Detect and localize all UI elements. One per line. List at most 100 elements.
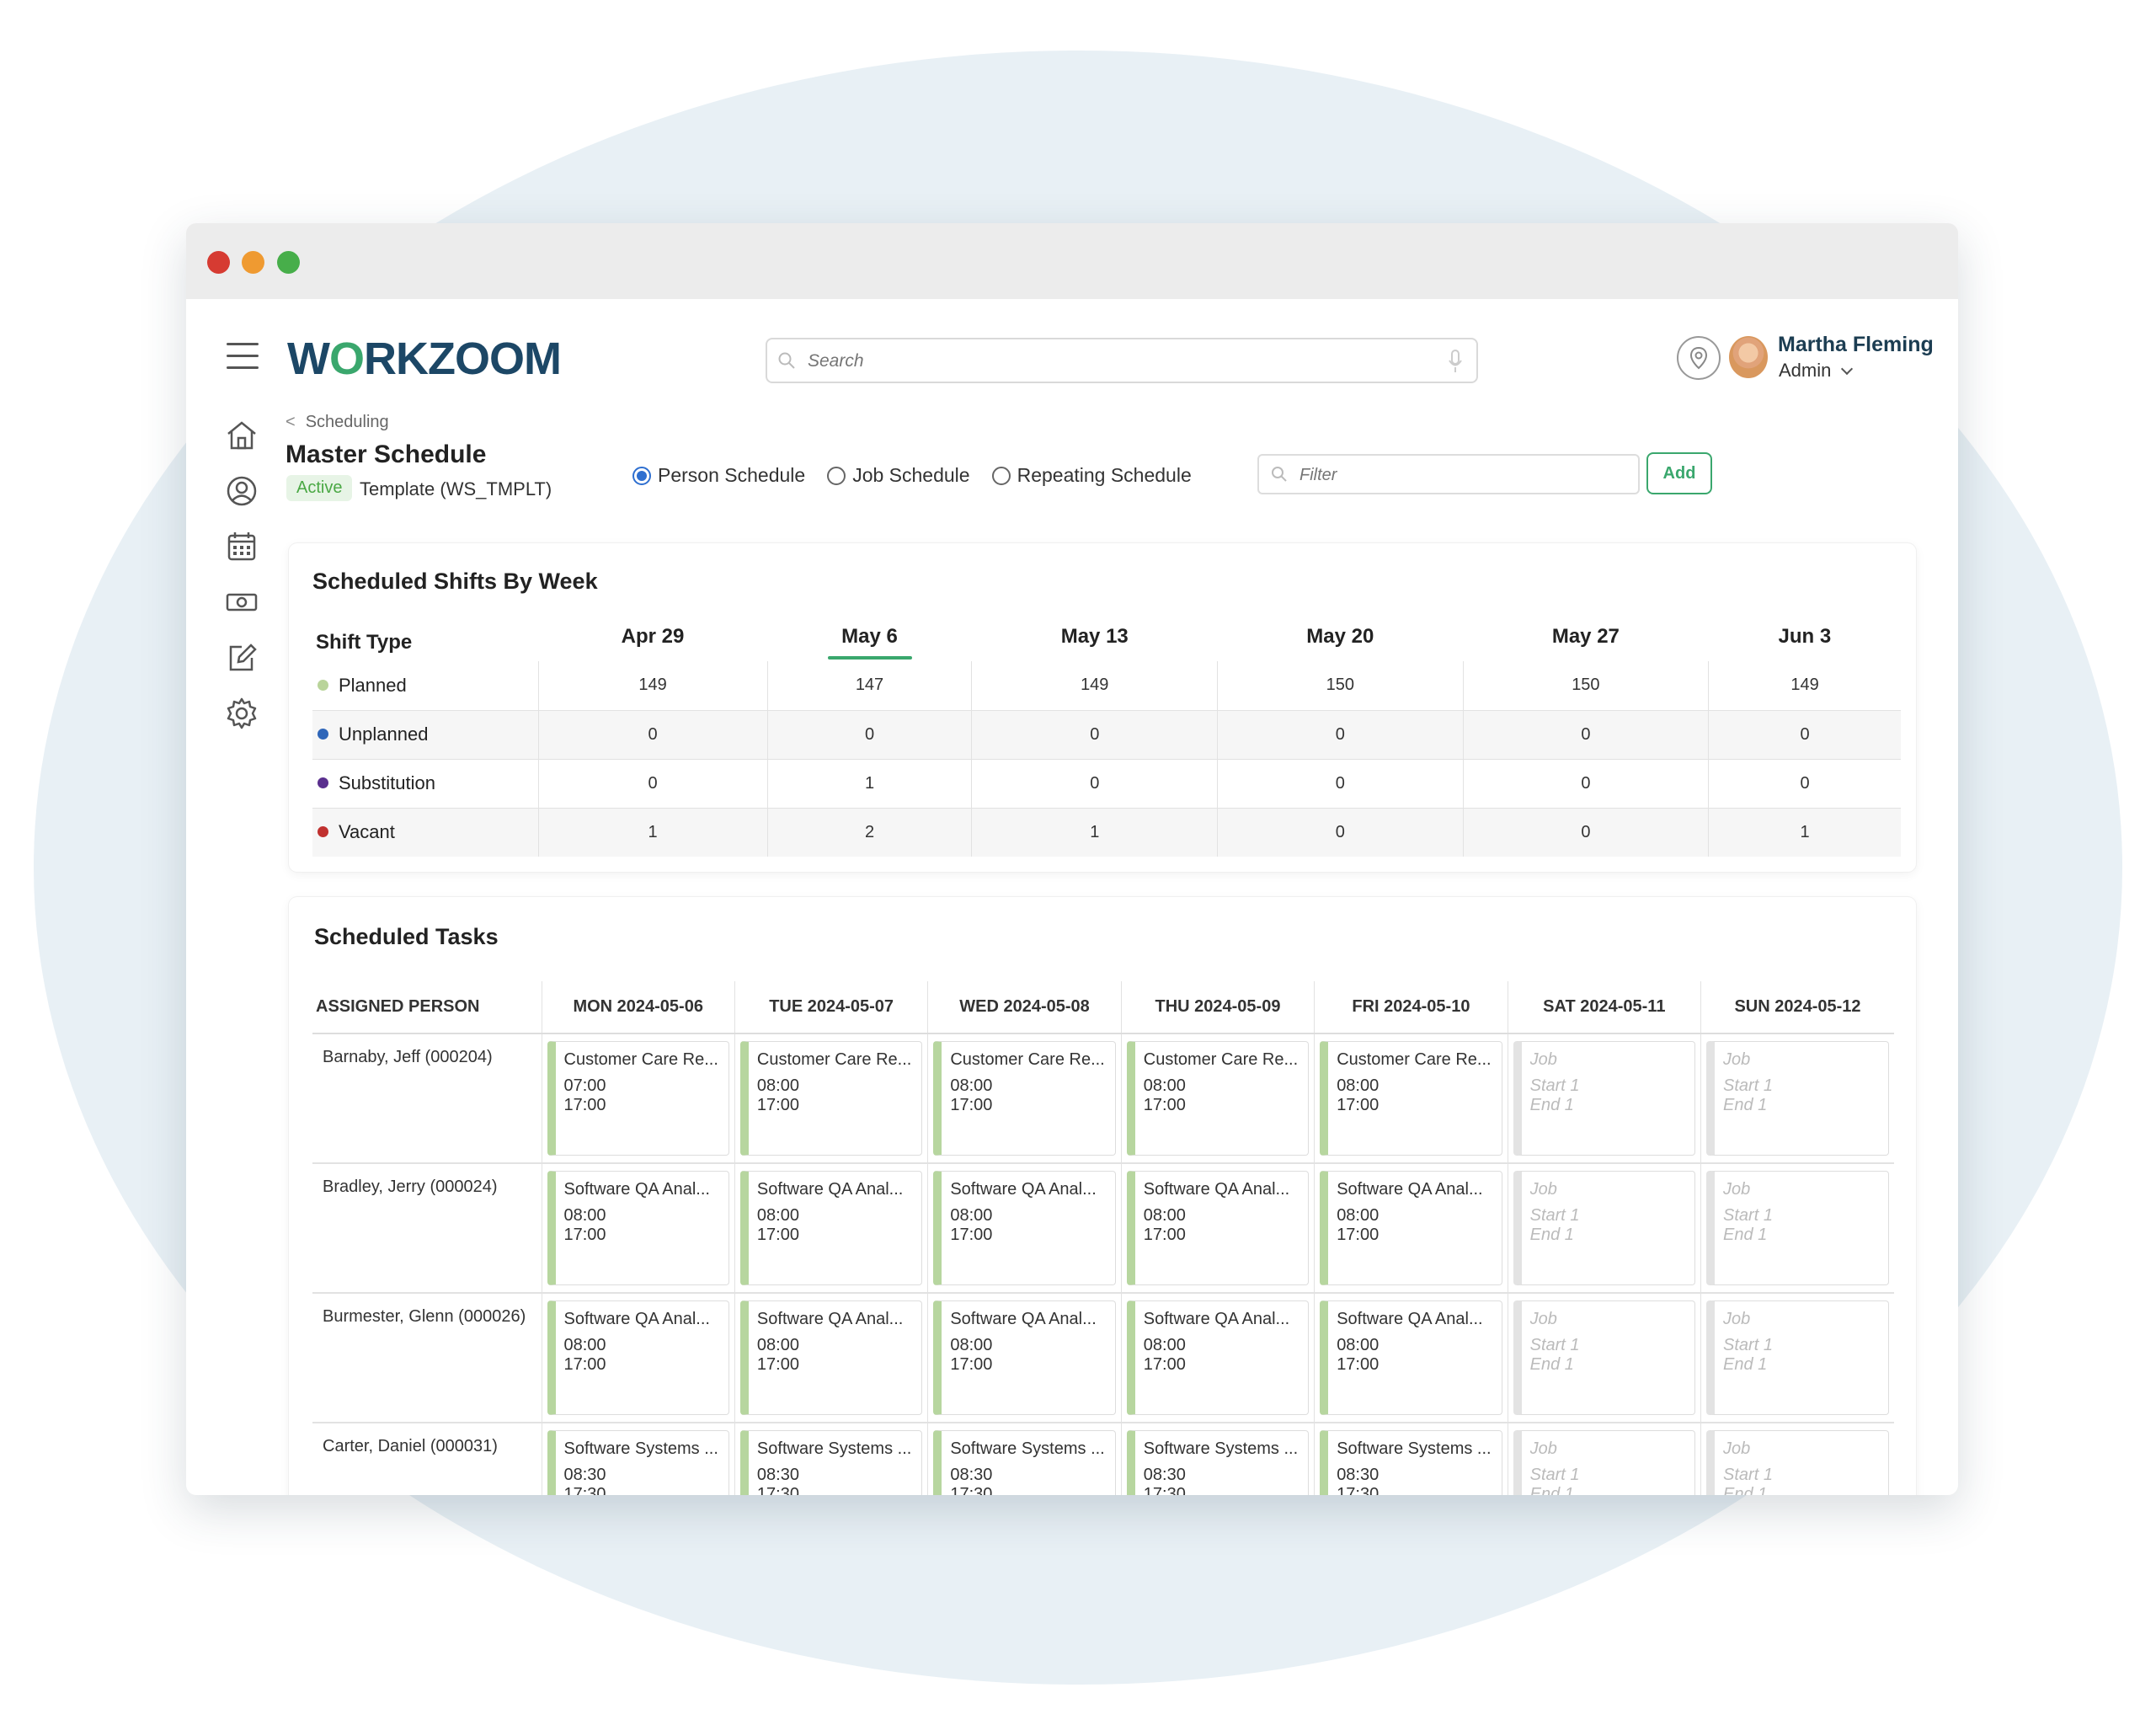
filter-box — [1257, 454, 1640, 494]
shift-card[interactable]: Software Systems ... 08:3017:30 — [933, 1430, 1116, 1495]
shift-card[interactable]: Software Systems ... 08:3017:30 — [1320, 1430, 1502, 1495]
settings-gear-icon[interactable] — [223, 695, 260, 732]
unplanned-dot-icon — [318, 729, 328, 740]
shift-start-time: 08:00 — [950, 1076, 993, 1095]
shift-card[interactable]: Software QA Anal... 08:0017:00 — [547, 1300, 729, 1415]
shift-type-label: Planned — [339, 674, 407, 696]
shift-card[interactable]: Customer Care Re... 07:0017:00 — [547, 1041, 729, 1156]
shift-card[interactable]: Customer Care Re... 08:0017:00 — [933, 1041, 1116, 1156]
maximize-window-button[interactable] — [277, 251, 300, 274]
shift-times: 08:0017:00 — [757, 1206, 913, 1245]
radio-repeating-schedule[interactable]: Repeating Schedule — [991, 464, 1192, 487]
workzoom-logo[interactable]: WORKZOOM — [287, 333, 562, 385]
shift-count: 0 — [1708, 759, 1901, 809]
shift-count: 0 — [1217, 759, 1464, 809]
radio-person-schedule[interactable]: Person Schedule — [632, 464, 805, 487]
shift-card[interactable]: Software Systems ... 08:3017:30 — [1126, 1430, 1310, 1495]
shift-card[interactable]: Software QA Anal... 08:0017:00 — [1126, 1171, 1310, 1285]
shift-end-time: End 1 — [1723, 1485, 1768, 1495]
day-cell: Software QA Anal... 08:0017:00 — [1314, 1293, 1508, 1423]
empty-shift-slot[interactable]: Job Start 1End 1 — [1706, 1430, 1889, 1495]
empty-shift-slot[interactable]: Job Start 1End 1 — [1706, 1171, 1889, 1285]
microphone-icon[interactable] — [1448, 350, 1463, 373]
global-search — [766, 338, 1478, 383]
avatar[interactable] — [1729, 336, 1768, 378]
shift-start-time: 08:00 — [563, 1206, 606, 1225]
shift-start-time: 08:30 — [1143, 1466, 1186, 1484]
shift-count: 1 — [1708, 808, 1901, 857]
filter-input[interactable] — [1299, 462, 1620, 488]
assigned-person-cell[interactable]: Carter, Daniel (000031) — [312, 1423, 542, 1495]
edit-icon[interactable] — [223, 639, 260, 676]
assigned-person-cell[interactable]: Bradley, Jerry (000024) — [312, 1163, 542, 1294]
day-cell: Software Systems ... 08:3017:30 — [1314, 1423, 1508, 1495]
week-header[interactable]: May 13 — [972, 612, 1218, 661]
shift-times: 08:0017:00 — [1337, 1076, 1492, 1115]
shift-card[interactable]: Software QA Anal... 08:0017:00 — [1320, 1300, 1502, 1415]
payroll-icon[interactable] — [223, 584, 260, 621]
shift-card[interactable]: Customer Care Re... 08:0017:00 — [1320, 1041, 1502, 1156]
table-row: Carter, Daniel (000031) Software Systems … — [312, 1423, 1894, 1495]
shift-start-time: Start 1 — [1723, 1336, 1773, 1354]
assigned-person-cell[interactable]: Burmester, Glenn (000026) — [312, 1293, 542, 1423]
shift-count: 147 — [766, 661, 972, 711]
week-header[interactable]: May 27 — [1463, 612, 1709, 661]
empty-shift-slot[interactable]: Job Start 1End 1 — [1706, 1300, 1889, 1415]
location-pin-button[interactable] — [1677, 336, 1721, 380]
home-icon[interactable] — [223, 417, 260, 454]
shift-start-time: Start 1 — [1529, 1206, 1580, 1225]
shift-times: Start 1End 1 — [1530, 1466, 1686, 1495]
shift-start-time: 08:00 — [1143, 1076, 1186, 1095]
shift-card[interactable]: Software QA Anal... 08:0017:00 — [933, 1171, 1116, 1285]
shift-card[interactable]: Software QA Anal... 08:0017:00 — [739, 1300, 923, 1415]
breadcrumb[interactable]: < Scheduling — [286, 413, 389, 432]
week-header-selected[interactable]: May 6 — [767, 612, 972, 661]
week-header[interactable]: May 20 — [1218, 612, 1464, 661]
week-header[interactable]: Jun 3 — [1709, 612, 1901, 661]
minimize-window-button[interactable] — [242, 251, 264, 274]
shift-end-time: 17:30 — [950, 1485, 993, 1495]
user-profile-icon[interactable] — [223, 473, 260, 510]
user-name[interactable]: Martha Fleming — [1778, 333, 1934, 357]
user-role-dropdown[interactable]: Admin — [1779, 360, 1854, 382]
empty-shift-slot[interactable]: Job Start 1End 1 — [1513, 1300, 1696, 1415]
week-header[interactable]: Apr 29 — [538, 612, 767, 661]
day-cell: Job Start 1End 1 — [1700, 1033, 1894, 1164]
empty-shift-slot[interactable]: Job Start 1End 1 — [1706, 1041, 1889, 1156]
shift-card[interactable]: Customer Care Re... 08:0017:00 — [739, 1041, 923, 1156]
shift-end-time: End 1 — [1529, 1355, 1574, 1374]
back-chevron-icon: < — [286, 413, 296, 431]
shift-end-time: End 1 — [1723, 1226, 1768, 1244]
location-pin-icon — [1689, 346, 1708, 370]
shift-type-cell: Unplanned — [312, 710, 538, 760]
shift-job-label: Job — [1723, 1310, 1751, 1328]
calendar-icon[interactable] — [223, 528, 260, 565]
shifts-card-title: Scheduled Shifts By Week — [312, 569, 598, 594]
shift-times: 08:0017:00 — [1337, 1206, 1492, 1245]
shift-card[interactable]: Software Systems ... 08:3017:30 — [547, 1430, 729, 1495]
shift-times: 07:0017:00 — [564, 1076, 720, 1115]
assigned-person-cell[interactable]: Barnaby, Jeff (000204) — [312, 1033, 542, 1164]
day-cell: Customer Care Re... 07:0017:00 — [541, 1033, 735, 1164]
shift-card[interactable]: Software QA Anal... 08:0017:00 — [739, 1171, 923, 1285]
shift-card[interactable]: Customer Care Re... 08:0017:00 — [1126, 1041, 1310, 1156]
empty-shift-slot[interactable]: Job Start 1End 1 — [1513, 1171, 1696, 1285]
shift-job-label: Software Systems ... — [756, 1439, 912, 1458]
add-button[interactable]: Add — [1646, 452, 1712, 494]
shift-card[interactable]: Software QA Anal... 08:0017:00 — [933, 1300, 1116, 1415]
shift-card[interactable]: Software QA Anal... 08:0017:00 — [1320, 1171, 1502, 1285]
empty-shift-slot[interactable]: Job Start 1End 1 — [1513, 1041, 1696, 1156]
menu-icon[interactable] — [227, 343, 259, 369]
empty-shift-slot[interactable]: Job Start 1End 1 — [1513, 1430, 1696, 1495]
shift-card[interactable]: Software QA Anal... 08:0017:00 — [547, 1171, 729, 1285]
shift-end-time: 17:00 — [1337, 1355, 1380, 1374]
shift-end-time: 17:00 — [563, 1226, 606, 1244]
search-input[interactable] — [808, 348, 1397, 375]
shift-card[interactable]: Software Systems ... 08:3017:30 — [739, 1430, 923, 1495]
shift-card[interactable]: Software QA Anal... 08:0017:00 — [1126, 1300, 1310, 1415]
close-window-button[interactable] — [207, 251, 230, 274]
shift-start-time: Start 1 — [1529, 1076, 1580, 1095]
shift-start-time: 08:00 — [1143, 1336, 1186, 1354]
shifts-header-row: Shift Type Apr 29 May 6 May 13 May 20 Ma… — [312, 612, 1901, 661]
radio-job-schedule[interactable]: Job Schedule — [827, 464, 970, 487]
